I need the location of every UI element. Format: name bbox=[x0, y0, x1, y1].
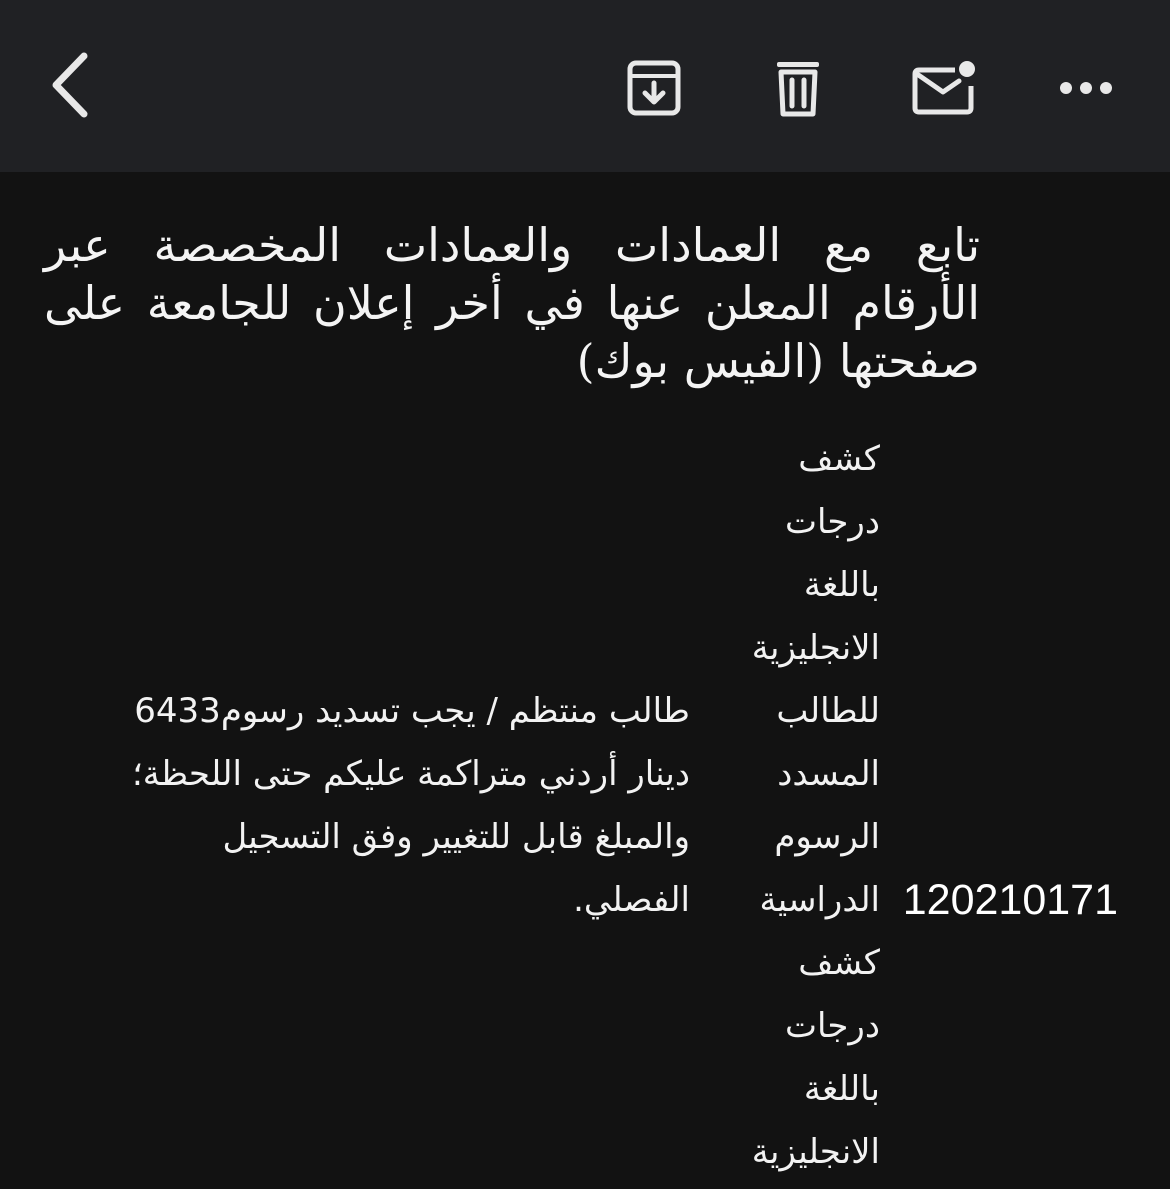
label-line: للطالب bbox=[776, 691, 880, 731]
label-line: المسدد bbox=[777, 754, 880, 794]
label-line: الانجليزية bbox=[751, 628, 880, 668]
table-cell-label: كشف درجات باللغة الانجليزية bbox=[710, 932, 880, 1184]
table-cell-status: طالب منتظم / يجب تسديد رسوم6433 دينار أر… bbox=[90, 680, 690, 932]
label-line: كشف bbox=[798, 439, 880, 479]
label-line: درجات bbox=[785, 502, 880, 542]
archive-icon bbox=[627, 60, 681, 116]
email-body: تابع مع العمادات والعمادات المخصصة عبر ا… bbox=[0, 172, 1170, 1189]
more-horizontal-icon bbox=[1060, 82, 1112, 94]
label-line: الدراسية bbox=[759, 880, 881, 920]
email-toolbar bbox=[0, 0, 1170, 172]
student-id: 120210171 bbox=[902, 876, 1118, 924]
label-line: باللغة bbox=[803, 1069, 880, 1109]
label-line: درجات bbox=[785, 1006, 880, 1046]
status-line: دينار أردني متراكمة عليكم حتى اللحظة؛ bbox=[132, 754, 690, 794]
archive-button[interactable] bbox=[614, 48, 694, 128]
delete-button[interactable] bbox=[758, 48, 838, 128]
mail-unread-icon bbox=[912, 61, 975, 115]
label-line: الانجليزية bbox=[751, 1132, 880, 1172]
label-line: كشف bbox=[798, 943, 880, 983]
notice-paragraph: تابع مع العمادات والعمادات المخصصة عبر ا… bbox=[44, 218, 980, 388]
label-line: باللغة bbox=[803, 565, 880, 605]
status-line: والمبلغ قابل للتغيير وفق التسجيل bbox=[222, 817, 690, 857]
more-options-button[interactable] bbox=[1046, 48, 1126, 128]
status-line: الفصلي. bbox=[573, 880, 690, 920]
status-line: طالب منتظم / يجب تسديد رسوم6433 bbox=[134, 691, 690, 731]
label-line: الرسوم bbox=[774, 817, 880, 857]
mark-unread-button[interactable] bbox=[902, 48, 986, 128]
back-button[interactable] bbox=[30, 40, 110, 130]
table-cell-label: كشف درجات باللغة الانجليزية للطالب المسد… bbox=[710, 428, 880, 932]
chevron-left-icon bbox=[52, 52, 88, 118]
trash-icon bbox=[777, 62, 819, 117]
